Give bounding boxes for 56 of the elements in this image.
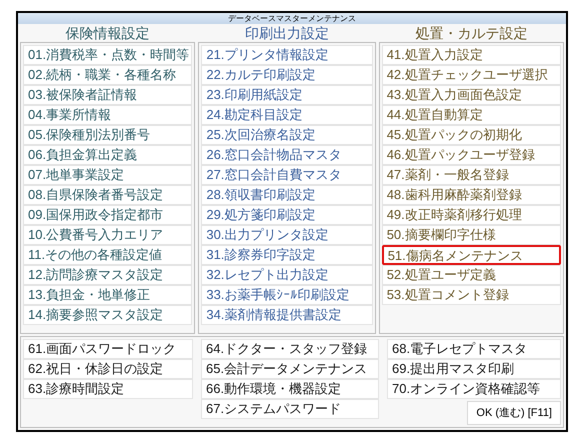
menu-item[interactable]: 67.システムパスワード [201, 399, 379, 419]
menu-item[interactable]: 26.窓口会計物品マスタ [201, 145, 373, 165]
section-heading: 印刷出力設定 [244, 24, 330, 42]
menu-item[interactable]: 24.勘定科目設定 [201, 105, 373, 125]
ok-button[interactable]: OK (進む) [F11] [467, 401, 561, 425]
menu-item[interactable]: 33.お薬手帳ｼｰﾙ印刷設定 [201, 285, 373, 305]
menu-item[interactable]: 27.窓口会計自費マスタ [201, 165, 373, 185]
menu-item[interactable]: 53.処置コメント登録 [382, 285, 561, 305]
menu-item[interactable]: 61.画面パスワードロック [23, 339, 194, 359]
menu-item[interactable]: 28.領収書印刷設定 [201, 185, 373, 205]
menu-item[interactable]: 23.印刷用紙設定 [201, 85, 373, 105]
menu-item[interactable]: 43.処置入力画面色設定 [382, 85, 561, 105]
menu-item[interactable]: 69.提出用マスタ印刷 [387, 359, 561, 379]
menu-item[interactable]: 44.処置自動算定 [382, 105, 561, 125]
menu-item[interactable]: 10.公費番号入力エリア [23, 225, 192, 245]
section-heading: 処置・カルテ設定 [414, 24, 528, 42]
menu-item[interactable]: 04.事業所情報 [23, 105, 192, 125]
menu-item[interactable]: 32.レセプト出力設定 [201, 265, 373, 285]
menu-item[interactable]: 62.祝日・休診日の設定 [23, 359, 194, 379]
menu-item[interactable]: 34.薬剤情報提供書設定 [201, 305, 373, 325]
menu-item[interactable]: 48.歯科用麻酔薬剤登録 [382, 185, 561, 205]
menu-item[interactable]: 12.訪問診療マスタ設定 [23, 265, 192, 285]
menu-item[interactable]: 66.動作環境・機器設定 [201, 379, 379, 399]
menu-item[interactable]: 46.処置パックユーザ登録 [382, 145, 561, 165]
menu-item[interactable]: 30.出力プリンタ設定 [201, 225, 373, 245]
window-title: データベースマスターメンテナンス [18, 13, 566, 24]
menu-item[interactable]: 07.地単事業設定 [23, 165, 192, 185]
menu-item[interactable]: 13.負担金・地単修正 [23, 285, 192, 305]
menu-item[interactable]: 45.処置パックの初期化 [382, 125, 561, 145]
menu-item[interactable]: 41.処置入力設定 [382, 45, 561, 65]
menu-item[interactable]: 52.処置ユーザ定義 [382, 265, 561, 285]
menu-item[interactable]: 49.改正時薬剤移行処理 [382, 205, 561, 225]
menu-item[interactable]: 70.オンライン資格確認等 [387, 379, 561, 399]
menu-item[interactable]: 51.傷病名メンテナンス [382, 245, 561, 265]
menu-item[interactable]: 08.自県保険者番号設定 [23, 185, 192, 205]
menu-item[interactable]: 11.その他の各種設定値 [23, 245, 192, 265]
menu-item[interactable]: 25.次回治療名設定 [201, 125, 373, 145]
menu-item[interactable]: 09.国保用政令指定都市 [23, 205, 192, 225]
menu-item[interactable]: 64.ドクター・スタッフ登録 [201, 339, 379, 359]
menu-item[interactable]: 22.カルテ印刷設定 [201, 65, 373, 85]
menu-item[interactable]: 65.会計データメンテナンス [201, 359, 379, 379]
menu-item[interactable]: 29.処方箋印刷設定 [201, 205, 373, 225]
menu-item[interactable]: 68.電子レセプトマスタ [387, 339, 561, 359]
menu-item[interactable]: 21.プリンタ情報設定 [201, 45, 373, 65]
menu-item[interactable]: 47.薬剤・一般名登録 [382, 165, 561, 185]
menu-item[interactable]: 14.摘要参照マスタ設定 [23, 305, 192, 325]
menu-item[interactable]: 05.保険種別法別番号 [23, 125, 192, 145]
menu-item[interactable]: 06.負担金算出定義 [23, 145, 192, 165]
menu-item[interactable]: 31.診察券印字設定 [201, 245, 373, 265]
menu-item[interactable]: 42.処置チェックユーザ選択 [382, 65, 561, 85]
section-heading: 保険情報設定 [64, 24, 151, 42]
menu-item[interactable]: 50.摘要欄印字仕様 [382, 225, 561, 245]
menu-item[interactable]: 03.被保険者証情報 [23, 85, 192, 105]
menu-item[interactable]: 63.診療時間設定 [23, 379, 194, 399]
menu-item[interactable]: 02.続柄・職業・各種名称 [23, 65, 192, 85]
menu-item[interactable]: 01.消費税率・点数・時間等 [23, 45, 192, 65]
